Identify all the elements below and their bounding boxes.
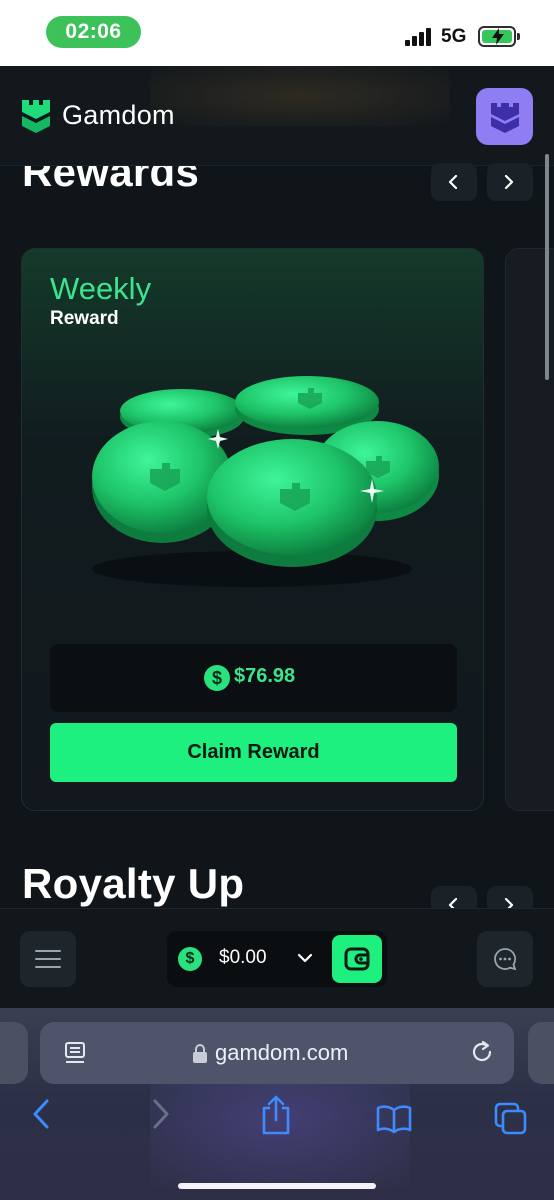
weekly-reward-card: Weekly Reward $ $76.98 Claim Reward (21, 248, 484, 811)
reward-card-title: Weekly (50, 271, 152, 306)
url-text[interactable]: gamdom.com (215, 1040, 348, 1066)
next-tab[interactable] (528, 1022, 554, 1084)
wallet-button[interactable] (332, 935, 382, 983)
chat-icon (494, 948, 517, 971)
forward-icon (153, 1099, 169, 1129)
bookmarks-icon[interactable] (376, 1104, 412, 1134)
wallet-balance: $0.00 (219, 947, 267, 968)
claim-reward-button[interactable]: Claim Reward (50, 723, 457, 782)
reader-icon[interactable] (64, 1041, 86, 1065)
dollar-icon: $ (178, 947, 202, 971)
menu-button[interactable] (20, 931, 76, 987)
coins-illustration (92, 376, 439, 587)
status-bar: 02:06 5G (0, 0, 554, 66)
reward-amount: $76.98 (234, 665, 296, 687)
tabs-icon[interactable] (494, 1102, 528, 1136)
reload-icon[interactable] (470, 1040, 496, 1066)
wallet-icon (344, 947, 370, 971)
avatar[interactable] (476, 88, 533, 145)
brand-name[interactable]: Gamdom (62, 100, 175, 131)
rewards-next-button[interactable] (487, 163, 533, 201)
reward-amount-box: $ $76.98 (50, 644, 457, 712)
chevron-left-icon (448, 175, 458, 189)
gamdom-logo-icon[interactable] (20, 98, 52, 134)
dollar-icon: $ (204, 665, 230, 691)
share-icon[interactable] (259, 1094, 293, 1136)
network-label: 5G (441, 26, 467, 47)
royalty-up-title: Royalty Up (22, 860, 245, 907)
page: 02:06 5G Gamdom Rewards Weekly Reward $ … (0, 0, 554, 1200)
menu-icon (35, 950, 61, 952)
status-time: 02:06 (46, 16, 141, 48)
previous-tab[interactable] (0, 1022, 28, 1084)
rewards-prev-button[interactable] (431, 163, 477, 201)
battery-icon (478, 26, 520, 47)
chevron-down-icon[interactable] (297, 952, 313, 964)
lock-icon (193, 1044, 207, 1063)
signal-icon (405, 28, 435, 46)
reward-card-subtitle: Reward (50, 308, 119, 329)
address-bar[interactable]: gamdom.com (40, 1022, 514, 1084)
chevron-right-icon (504, 175, 514, 189)
castle-icon (491, 103, 519, 133)
wallet-balance-selector[interactable]: $ $0.00 (167, 931, 387, 987)
home-indicator (178, 1183, 376, 1189)
page-scrollbar[interactable] (545, 154, 549, 380)
chat-button[interactable] (477, 931, 533, 987)
back-icon[interactable] (30, 1098, 52, 1130)
